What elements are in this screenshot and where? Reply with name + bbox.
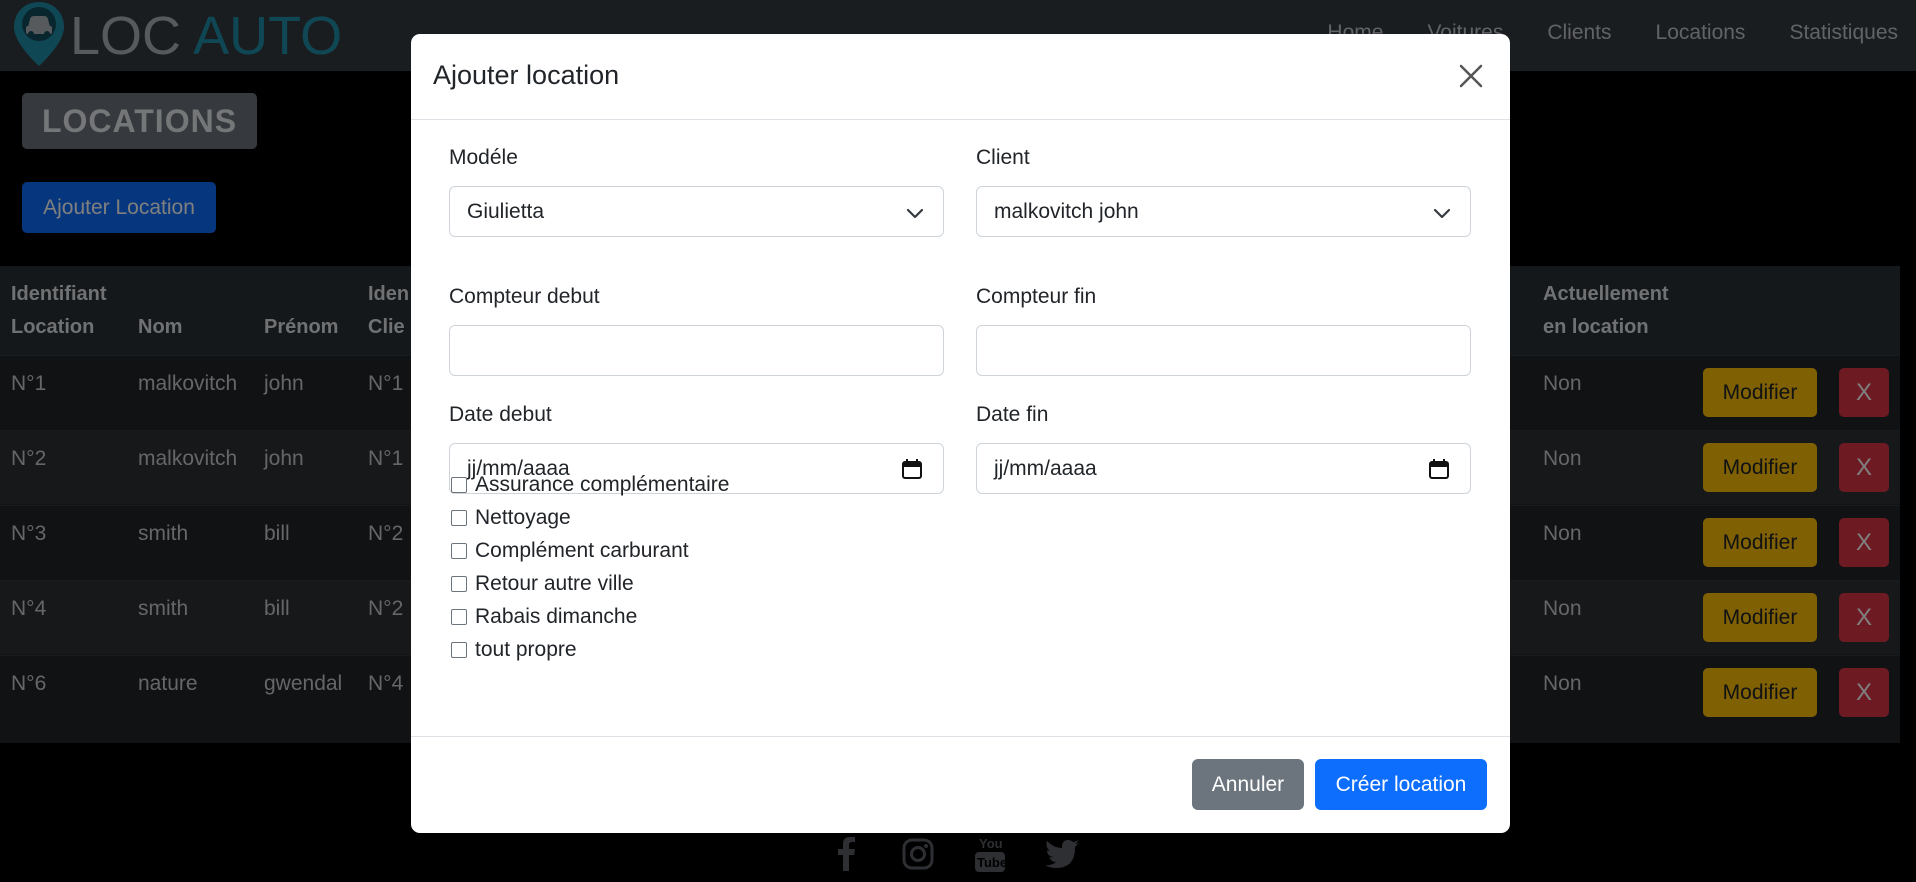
option-nettoyage[interactable]: Nettoyage [451,501,729,534]
checkbox[interactable] [451,608,467,625]
chevron-down-icon [1433,208,1451,219]
compteur-fin-input[interactable] [976,325,1471,376]
modal-title: Ajouter location [433,60,620,90]
compteur-debut-label: Compteur debut [449,285,600,308]
option-rabais-dimanche[interactable]: Rabais dimanche [451,600,729,633]
checkbox[interactable] [451,509,467,526]
compteur-debut-input[interactable] [449,325,944,376]
calendar-icon[interactable] [1428,458,1450,480]
checkbox[interactable] [451,542,467,559]
date-fin-placeholder: jj/mm/aaaa [994,456,1097,480]
date-debut-label: Date debut [449,403,552,426]
modele-select[interactable]: Giulietta [449,186,944,237]
chevron-down-icon [906,208,924,219]
checkbox[interactable] [451,575,467,592]
client-select-value: malkovitch john [994,199,1139,223]
option-assurance[interactable]: Assurance complémentaire [451,468,729,501]
modal-header: Ajouter location [411,34,1510,120]
option-carburant[interactable]: Complément carburant [451,534,729,567]
option-retour-autre-ville[interactable]: Retour autre ville [451,567,729,600]
date-fin-label: Date fin [976,403,1049,426]
date-fin-input[interactable]: jj/mm/aaaa [976,443,1471,494]
close-icon [1459,64,1483,88]
client-select[interactable]: malkovitch john [976,186,1471,237]
modele-select-value: Giulietta [467,199,545,223]
close-button[interactable] [1454,59,1488,93]
client-label: Client [976,146,1030,169]
checkbox[interactable] [451,641,467,658]
add-location-modal: Ajouter location Modéle Giulietta Client… [411,34,1510,833]
checkbox[interactable] [451,476,467,493]
compteur-fin-label: Compteur fin [976,285,1097,308]
modele-label: Modéle [449,146,518,169]
create-location-button[interactable]: Créer location [1315,759,1487,810]
options-checklist: Assurance complémentaire Nettoyage Compl… [451,468,729,666]
calendar-icon[interactable] [901,458,923,480]
modal-footer: Annuler Créer location [411,736,1510,833]
option-tout-propre[interactable]: tout propre [451,633,729,666]
cancel-button[interactable]: Annuler [1192,759,1304,810]
